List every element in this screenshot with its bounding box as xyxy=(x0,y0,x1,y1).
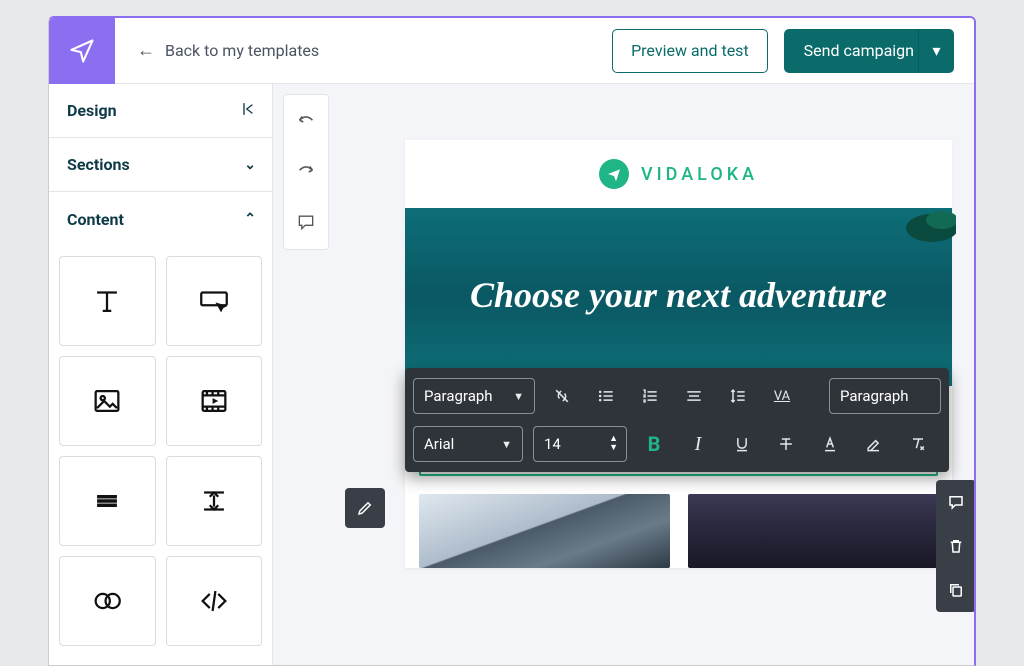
island-decoration xyxy=(876,206,956,266)
line-height-icon xyxy=(728,386,748,406)
strikethrough-icon xyxy=(776,434,796,454)
spacer-icon xyxy=(197,484,231,518)
hero-title: Choose your next adventure xyxy=(470,274,887,317)
highlight-icon xyxy=(864,434,884,454)
panel-content[interactable]: Content ⌃ xyxy=(49,192,272,246)
unlink-icon xyxy=(552,386,572,406)
topbar: ← Back to my templates Preview and test … xyxy=(49,18,974,84)
workspace: Design Sections ⌄ Content ⌃ xyxy=(49,84,974,665)
block-comment-button[interactable] xyxy=(936,480,974,524)
back-to-templates-link[interactable]: ← Back to my templates xyxy=(137,40,319,61)
history-toolbar xyxy=(283,94,329,250)
undo-icon xyxy=(295,111,317,133)
clear-format-icon xyxy=(908,434,928,454)
tile-divider[interactable] xyxy=(59,456,156,546)
underline-icon xyxy=(732,434,752,454)
panel-sections[interactable]: Sections ⌄ xyxy=(49,138,272,192)
align-button[interactable] xyxy=(677,379,711,413)
underline-button[interactable] xyxy=(725,427,759,461)
collapse-left-icon xyxy=(240,101,256,121)
text-toolbar: Paragraph ▼ xyxy=(405,368,949,472)
gallery-image-city[interactable] xyxy=(688,494,939,568)
preview-and-test-button[interactable]: Preview and test xyxy=(612,29,768,73)
email-hero[interactable]: Choose your next adventure xyxy=(405,208,952,386)
font-size-input[interactable]: 14 ▲▼ xyxy=(533,426,627,462)
brand-name: VIDALOKA xyxy=(641,164,758,185)
chevron-up-icon: ⌃ xyxy=(244,211,256,227)
numbered-list-button[interactable] xyxy=(633,379,667,413)
text-color-button[interactable] xyxy=(813,427,847,461)
bold-button[interactable]: B xyxy=(637,427,671,461)
copy-icon xyxy=(947,581,965,599)
caret-down-icon: ▾ xyxy=(932,41,940,60)
text-icon xyxy=(90,284,124,318)
unlink-button[interactable] xyxy=(545,379,579,413)
send-campaign-group: Send campaign ▾ xyxy=(784,29,954,73)
trash-icon xyxy=(947,537,965,555)
stepper-arrows-icon: ▲▼ xyxy=(609,435,618,453)
redo-icon xyxy=(295,161,317,183)
brand-badge xyxy=(599,159,629,189)
text-color-icon xyxy=(820,434,840,454)
highlight-button[interactable] xyxy=(857,427,891,461)
send-campaign-button[interactable]: Send campaign xyxy=(784,29,934,73)
bulleted-list-button[interactable] xyxy=(589,379,623,413)
strikethrough-button[interactable] xyxy=(769,427,803,461)
pencil-icon xyxy=(356,499,374,517)
content-tiles-grid xyxy=(49,246,272,646)
social-icon xyxy=(90,584,124,618)
email-preview: VIDALOKA Choose your next adventure Sele… xyxy=(405,140,952,568)
gallery-image-mountains[interactable] xyxy=(419,494,670,568)
tile-video[interactable] xyxy=(166,356,263,446)
list-number-icon xyxy=(640,386,660,406)
line-height-button[interactable] xyxy=(721,379,755,413)
edit-block-button[interactable] xyxy=(345,488,385,528)
tile-html[interactable] xyxy=(166,556,263,646)
email-brand-row: VIDALOKA xyxy=(405,140,952,208)
arrow-left-icon: ← xyxy=(137,40,155,61)
letter-spacing-button[interactable]: VA xyxy=(765,379,799,413)
caret-down-icon: ▼ xyxy=(513,390,524,403)
image-gallery-row xyxy=(405,494,952,568)
back-label: Back to my templates xyxy=(165,41,319,60)
canvas-area: VIDALOKA Choose your next adventure Sele… xyxy=(329,84,974,665)
tile-text[interactable] xyxy=(59,256,156,346)
chat-icon xyxy=(296,212,316,232)
block-delete-button[interactable] xyxy=(936,524,974,568)
list-bullet-icon xyxy=(596,386,616,406)
chevron-down-icon: ⌄ xyxy=(244,157,256,173)
plane-icon xyxy=(606,166,622,182)
divider-icon xyxy=(90,484,124,518)
button-icon xyxy=(197,284,231,318)
comments-button[interactable] xyxy=(292,203,320,241)
sidebar: Design Sections ⌄ Content ⌃ xyxy=(49,84,273,665)
tile-social[interactable] xyxy=(59,556,156,646)
block-type-select-right[interactable]: Paragraph xyxy=(829,378,941,414)
panel-design[interactable]: Design xyxy=(49,84,272,138)
image-icon xyxy=(90,384,124,418)
video-icon xyxy=(197,384,231,418)
clear-format-button[interactable] xyxy=(901,427,935,461)
redo-button[interactable] xyxy=(292,153,320,191)
tile-image[interactable] xyxy=(59,356,156,446)
block-duplicate-button[interactable] xyxy=(936,568,974,612)
code-icon xyxy=(197,584,231,618)
italic-button[interactable]: I xyxy=(681,427,715,461)
tile-button[interactable] xyxy=(166,256,263,346)
block-type-select[interactable]: Paragraph ▼ xyxy=(413,378,535,414)
block-actions xyxy=(936,480,974,612)
align-icon xyxy=(684,386,704,406)
font-family-select[interactable]: Arial ▼ xyxy=(413,426,523,462)
undo-button[interactable] xyxy=(292,103,320,141)
paper-plane-icon xyxy=(68,37,96,65)
tile-spacer[interactable] xyxy=(166,456,263,546)
send-campaign-dropdown-button[interactable]: ▾ xyxy=(918,29,954,73)
chat-icon xyxy=(947,493,965,511)
app-logo xyxy=(49,18,115,84)
caret-down-icon: ▼ xyxy=(501,438,512,451)
